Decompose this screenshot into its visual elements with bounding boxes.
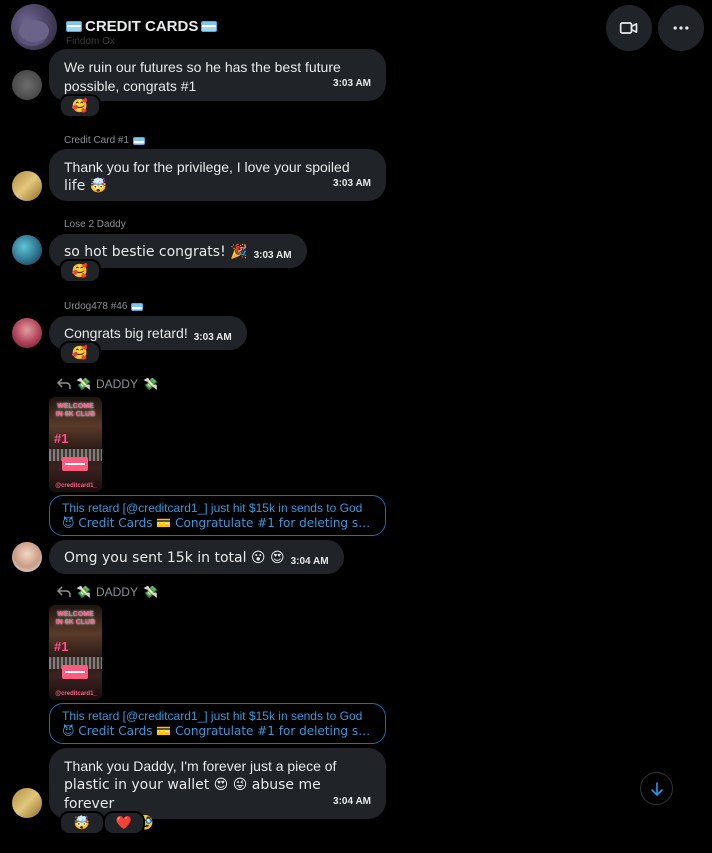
sender-avatar[interactable] bbox=[12, 235, 42, 265]
video-call-button[interactable] bbox=[606, 5, 652, 51]
quoted-text-line: This retard [@creditcard1_] just hit $15… bbox=[62, 501, 363, 515]
message-text: so hot bestie congrats! 🎉 bbox=[64, 244, 248, 260]
sender-name-row: Lose 2 Daddy bbox=[64, 219, 126, 230]
credit-card-icon bbox=[66, 21, 82, 32]
thumbnail-rank: #1 bbox=[54, 431, 69, 446]
sender-name: Lose 2 Daddy bbox=[64, 219, 126, 230]
more-options-button[interactable] bbox=[658, 5, 704, 51]
thumbnail-title: WELCOME IN 6K CLUB bbox=[55, 611, 96, 626]
message-text: Congrats big retard! bbox=[64, 325, 188, 341]
arrow-down-icon bbox=[650, 781, 663, 796]
video-camera-icon bbox=[619, 22, 638, 34]
cut-off-sender-label: Findom Ox bbox=[66, 36, 115, 47]
message-reaction[interactable]: 🤯 bbox=[59, 811, 105, 835]
quoted-text-line: 😈 Credit Cards 💳 Congratulate #1 for del… bbox=[62, 516, 373, 530]
message-time: 3:04 AM bbox=[333, 796, 371, 807]
credit-card-icon bbox=[201, 21, 218, 32]
message-time: 3:03 AM bbox=[253, 250, 292, 261]
sender-avatar[interactable] bbox=[12, 318, 42, 348]
message-bubble[interactable]: Thank you Daddy, I'm forever just a piec… bbox=[49, 748, 386, 831]
message-text-line: Thank you Daddy, I'm forever just a piec… bbox=[64, 758, 337, 774]
replied-image-thumbnail[interactable]: WELCOME IN 6K CLUB #1 @creditcard1_ bbox=[49, 605, 102, 700]
sender-name-row: Credit Card #1 bbox=[64, 135, 146, 146]
credit-card-icon bbox=[133, 136, 146, 145]
message-time: 3:03 AM bbox=[333, 178, 371, 189]
conversation-title: CREDIT CARDS bbox=[85, 18, 199, 35]
message-bubble[interactable]: Omg you sent 15k in total 😮 😍 3:04 AM bbox=[49, 540, 344, 574]
message-reaction[interactable]: 🥰 bbox=[59, 341, 101, 365]
thumbnail-handle: @creditcard1_ bbox=[55, 691, 97, 697]
sender-avatar[interactable] bbox=[12, 788, 42, 818]
sender-name: Credit Card #1 bbox=[64, 135, 130, 146]
message-reaction[interactable]: 🥰 bbox=[59, 94, 101, 118]
conversation-header: Findom Ox CREDIT CARDS bbox=[0, 0, 712, 58]
message-text-line: life 🤯 bbox=[64, 178, 108, 194]
sender-avatar[interactable] bbox=[12, 171, 42, 201]
quoted-text-line: 😈 Credit Cards 💳 Congratulate #1 for del… bbox=[62, 724, 373, 738]
sender-avatar[interactable] bbox=[12, 542, 42, 572]
reply-context[interactable]: 💸 DADDY 💸 bbox=[57, 377, 158, 391]
message-bubble[interactable]: Thank you for the privilege, I love your… bbox=[49, 149, 386, 201]
reply-arrow-icon bbox=[57, 378, 71, 389]
reply-to-name: DADDY bbox=[95, 377, 138, 391]
more-horizontal-icon bbox=[673, 26, 689, 30]
money-wings-icon: 💸 bbox=[142, 377, 158, 391]
sender-name-row: Urdog478 #46 bbox=[64, 301, 144, 312]
message-text-line: plastic in your wallet 😍 😜 abuse me fore… bbox=[64, 777, 321, 812]
money-wings-icon: 💸 bbox=[76, 585, 91, 599]
message-text-line: Thank you for the privilege, I love your… bbox=[64, 159, 350, 175]
thumbnail-handle: @creditcard1_ bbox=[55, 483, 97, 489]
money-wings-icon: 💸 bbox=[76, 377, 91, 391]
message-reaction[interactable]: ❤️ bbox=[103, 811, 145, 835]
message-time: 3:03 AM bbox=[193, 332, 232, 343]
message-time: 3:03 AM bbox=[333, 78, 371, 89]
conversation-title-row[interactable]: CREDIT CARDS bbox=[66, 18, 218, 35]
reply-arrow-icon bbox=[57, 586, 71, 597]
sender-avatar[interactable] bbox=[12, 70, 42, 100]
chat-window: Findom Ox CREDIT CARDS We ruin our futur… bbox=[0, 0, 712, 853]
sender-name: Urdog478 #46 bbox=[64, 301, 128, 312]
money-wings-icon: 💸 bbox=[142, 585, 158, 599]
replied-image-thumbnail[interactable]: WELCOME IN 6K CLUB #1 @creditcard1_ bbox=[49, 397, 102, 492]
message-text-line: possible, congrats #1 bbox=[64, 78, 197, 94]
message-text-line: We ruin our futures so he has the best f… bbox=[64, 59, 341, 75]
reply-to-name: DADDY bbox=[95, 585, 138, 599]
credit-card-graphic bbox=[62, 457, 88, 471]
thumbnail-title: WELCOME IN 6K CLUB bbox=[55, 403, 96, 418]
credit-card-icon bbox=[131, 302, 144, 311]
quoted-text-line: This retard [@creditcard1_] just hit $15… bbox=[62, 709, 363, 723]
quoted-message[interactable]: This retard [@creditcard1_] just hit $15… bbox=[49, 495, 386, 536]
credit-card-graphic bbox=[62, 665, 88, 679]
message-time: 3:04 AM bbox=[290, 556, 329, 567]
message-reaction[interactable]: 🥰 bbox=[59, 259, 101, 283]
group-avatar[interactable] bbox=[11, 4, 57, 50]
message-text: Omg you sent 15k in total 😮 😍 bbox=[64, 550, 285, 566]
quoted-message[interactable]: This retard [@creditcard1_] just hit $15… bbox=[49, 703, 386, 744]
scroll-to-bottom-button[interactable] bbox=[640, 772, 673, 805]
reply-context[interactable]: 💸 DADDY 💸 bbox=[57, 585, 158, 599]
thumbnail-rank: #1 bbox=[54, 639, 69, 654]
